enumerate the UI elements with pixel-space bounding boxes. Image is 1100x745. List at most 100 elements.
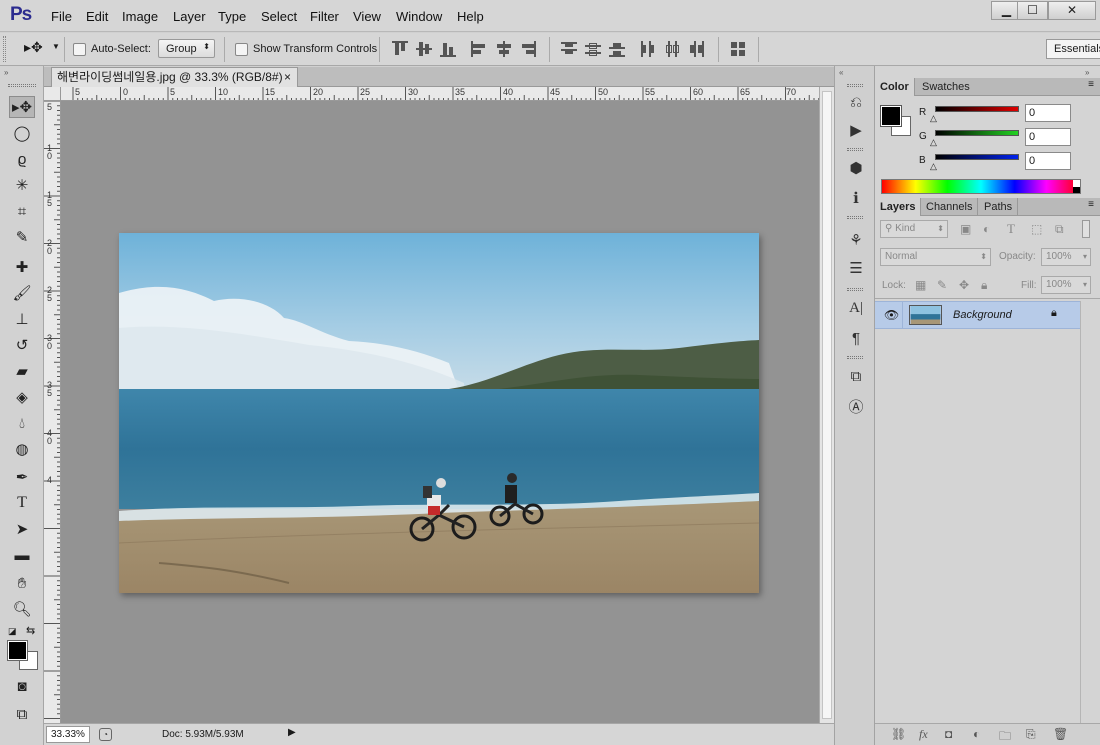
tab-channels[interactable]: Channels	[921, 198, 979, 216]
magic-wand-tool-icon[interactable]: ✳	[9, 174, 35, 196]
brush-tool-icon[interactable]: 🖌︎	[9, 282, 35, 304]
menu-file[interactable]: File	[51, 9, 72, 24]
panel-grip[interactable]	[847, 216, 863, 219]
filter-adjustment-icon[interactable]: ◐	[983, 222, 990, 236]
r-slider[interactable]	[935, 106, 1019, 112]
tab-paths[interactable]: Paths	[979, 198, 1019, 216]
align-right-edges-icon[interactable]	[520, 41, 536, 57]
rectangle-tool-icon[interactable]: ▬	[9, 544, 35, 566]
info-panel-icon[interactable]: ℹ	[846, 188, 866, 208]
move-tool-icon[interactable]: ▸✥	[9, 96, 35, 118]
adjustment-layer-icon[interactable]: ◐	[973, 727, 980, 741]
workspace-switcher[interactable]: Essentials	[1046, 39, 1100, 59]
r-value-field[interactable]: 0	[1025, 104, 1071, 122]
auto-align-layers-icon[interactable]	[730, 41, 746, 57]
brush-presets-icon[interactable]: ⚘	[846, 230, 866, 250]
filter-toggle[interactable]	[1082, 220, 1090, 238]
eye-visibility-icon[interactable]: 👁︎	[884, 308, 899, 322]
lock-all-icon[interactable]: 🔒︎	[981, 278, 987, 293]
eraser-tool-icon[interactable]: ▰	[9, 360, 35, 382]
panel-menu-icon[interactable]: ≡	[1088, 79, 1094, 90]
align-horizontal-centers-icon[interactable]	[496, 41, 512, 57]
menu-image[interactable]: Image	[122, 9, 158, 24]
screen-mode-icon[interactable]: ⧉	[9, 703, 35, 725]
menu-help[interactable]: Help	[457, 9, 484, 24]
layer-mask-icon[interactable]: ◘	[945, 727, 952, 741]
fill-field[interactable]: 100% ▾	[1041, 276, 1091, 294]
auto-select-dropdown[interactable]: Group ⬍	[158, 39, 215, 58]
toolbar-grip[interactable]	[8, 84, 36, 87]
panel-grip[interactable]	[847, 356, 863, 359]
quick-mask-icon[interactable]: ◙	[9, 675, 35, 697]
align-vertical-centers-icon[interactable]	[416, 41, 432, 57]
layer-name[interactable]: Background	[953, 309, 1012, 321]
distribute-bottom-edges-icon[interactable]	[609, 41, 625, 57]
default-colors-icon[interactable]: ◪	[8, 626, 17, 637]
ruler-origin[interactable]	[44, 87, 61, 101]
trash-icon[interactable]: 🗑︎	[1053, 727, 1068, 741]
auto-select-checkbox[interactable]	[73, 43, 86, 56]
paragraph-panel-icon[interactable]: ¶	[846, 328, 866, 348]
zoom-tool-icon[interactable]: 🔍︎	[9, 598, 35, 620]
status-menu-icon[interactable]: ◔	[99, 728, 112, 741]
options-grip[interactable]	[3, 36, 6, 62]
g-value-field[interactable]: 0	[1025, 128, 1071, 146]
horizontal-ruler[interactable]: 5 0 5 10 15 20 25 30 35 40 45 50 55 60 6…	[44, 87, 819, 101]
layer-kind-filter[interactable]: ⚲ Kind ⬍	[880, 220, 948, 238]
document-tab[interactable]: 해변라이딩썸네일용.jpg @ 33.3% (RGB/8#) ×	[51, 67, 298, 87]
align-left-edges-icon[interactable]	[471, 41, 487, 57]
lock-image-icon[interactable]: ✎	[937, 278, 947, 292]
panel-menu-icon[interactable]: ≡	[1088, 199, 1094, 210]
menu-window[interactable]: Window	[396, 9, 442, 24]
menu-view[interactable]: View	[353, 9, 381, 24]
close-button[interactable]: ✕	[1048, 1, 1096, 20]
menu-edit[interactable]: Edit	[86, 9, 108, 24]
pen-tool-icon[interactable]: ✒	[9, 466, 35, 488]
blend-mode-dropdown[interactable]: Normal ⬍	[880, 248, 991, 266]
zoom-level-field[interactable]: 33.33%	[46, 726, 90, 743]
panel-grip[interactable]	[847, 84, 863, 87]
layer-style-icon[interactable]: fx	[919, 727, 928, 742]
hand-tool-icon[interactable]: ✋︎	[9, 572, 35, 594]
tab-layers[interactable]: Layers	[875, 198, 922, 216]
distribute-left-edges-icon[interactable]	[640, 41, 656, 57]
lock-position-icon[interactable]: ✥	[959, 278, 969, 292]
scrollbar-thumb[interactable]	[822, 91, 832, 719]
adjustments-icon[interactable]: ☰	[846, 258, 866, 278]
document-image[interactable]	[119, 233, 759, 593]
healing-brush-tool-icon[interactable]: ✚	[9, 256, 35, 278]
panel-grip[interactable]	[847, 148, 863, 151]
align-bottom-edges-icon[interactable]	[440, 41, 456, 57]
status-info-arrow-icon[interactable]: ▶	[288, 727, 296, 738]
character-panel-icon[interactable]: A|	[846, 298, 866, 318]
type-tool-icon[interactable]: T	[9, 492, 35, 514]
layer-row[interactable]: 👁︎ Background 🔒︎	[875, 301, 1080, 329]
move-tool-preset-icon[interactable]: ▸✥	[24, 39, 43, 56]
opacity-field[interactable]: 100% ▾	[1041, 248, 1091, 266]
tab-color[interactable]: Color	[875, 78, 915, 96]
sponge-tool-icon[interactable]: ◍	[9, 438, 35, 460]
distribute-right-edges-icon[interactable]	[688, 41, 704, 57]
b-value-field[interactable]: 0	[1025, 152, 1071, 170]
eyedropper-tool-icon[interactable]: ✎	[9, 226, 35, 248]
slider-handle-icon[interactable]: △	[930, 137, 937, 148]
filter-type-icon[interactable]: T	[1007, 221, 1015, 237]
crop-tool-icon[interactable]: ⌗	[9, 200, 35, 222]
layers-scrollbar[interactable]	[1080, 301, 1100, 723]
slider-handle-icon[interactable]: △	[930, 113, 937, 124]
distribute-vertical-centers-icon[interactable]	[585, 41, 601, 57]
maximize-button[interactable]: ☐	[1017, 1, 1048, 20]
menu-type[interactable]: Type	[218, 9, 246, 24]
slider-handle-icon[interactable]: △	[930, 161, 937, 172]
tab-swatches[interactable]: Swatches	[917, 78, 975, 96]
vertical-scrollbar[interactable]	[819, 87, 834, 723]
collapse-arrows-icon[interactable]: »	[4, 68, 8, 77]
history-brush-tool-icon[interactable]: ↺	[9, 334, 35, 356]
link-layers-icon[interactable]: ⛓	[891, 727, 906, 741]
3d-panel-icon[interactable]: ⬢	[846, 158, 866, 178]
g-slider[interactable]	[935, 130, 1019, 136]
b-slider[interactable]	[935, 154, 1019, 160]
collapse-arrows-icon[interactable]: «	[839, 68, 843, 77]
menu-layer[interactable]: Layer	[173, 9, 206, 24]
clone-stamp-tool-icon[interactable]: ⊥	[9, 308, 35, 330]
